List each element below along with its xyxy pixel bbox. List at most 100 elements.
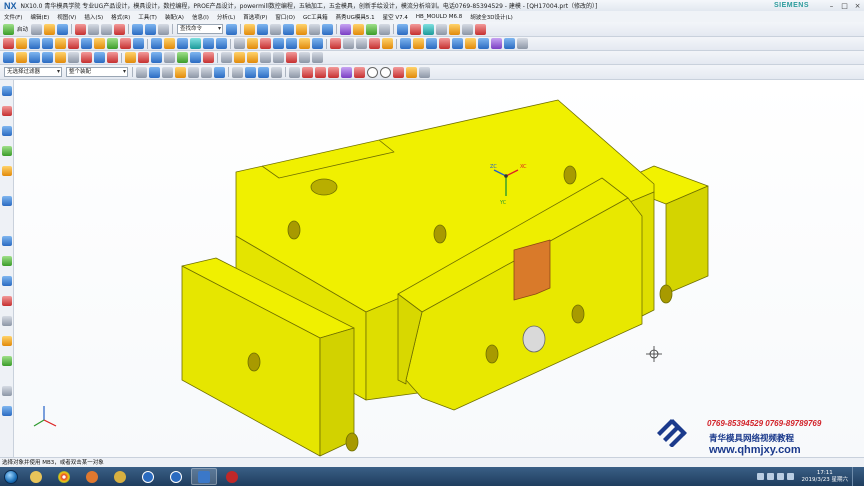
block-icon[interactable] (29, 38, 40, 49)
system-scene-icon[interactable] (2, 336, 12, 346)
grid-icon[interactable] (449, 23, 461, 35)
menu-yanxiu-mold[interactable]: 燕秀UG模具5.1 (332, 13, 379, 21)
extend-curve-icon[interactable] (260, 52, 271, 63)
draft-icon[interactable] (177, 38, 188, 49)
taskbar-app-media[interactable] (79, 468, 105, 485)
network-icon[interactable] (756, 473, 764, 480)
law-curve-icon[interactable] (286, 52, 297, 63)
replace-face-icon[interactable] (247, 38, 258, 49)
spline-icon[interactable] (68, 52, 79, 63)
menu-file[interactable]: 文件(F) (2, 13, 26, 21)
sketch-icon[interactable] (3, 52, 14, 63)
curve-analysis-icon[interactable] (299, 52, 310, 63)
menu-gc-toolkit[interactable]: GC工具箱 (299, 13, 332, 21)
wcs-icon[interactable] (366, 23, 378, 35)
point-on-face-icon[interactable] (406, 66, 417, 78)
menu-window[interactable]: 窗口(O) (271, 13, 299, 21)
repeat-command-icon[interactable] (158, 23, 170, 35)
input-method-icon[interactable] (786, 473, 794, 480)
render-style-icon[interactable] (397, 23, 409, 35)
minimize-button[interactable]: – (825, 1, 838, 11)
selection-filter-dropdown[interactable]: 无选择过滤器 (4, 67, 62, 77)
end-point-icon[interactable] (302, 66, 313, 78)
taskbar-app-explorer[interactable] (23, 468, 49, 485)
pad-icon[interactable] (94, 38, 105, 49)
pocket-icon[interactable] (81, 38, 92, 49)
edge-blend-icon[interactable] (151, 38, 162, 49)
clock[interactable]: 17:11 2019/3/23 星期六 (802, 470, 848, 484)
intersect-icon[interactable] (133, 38, 144, 49)
point-icon[interactable] (382, 38, 393, 49)
fillet-curve-icon[interactable] (234, 52, 245, 63)
select-view-icon[interactable] (245, 66, 256, 78)
save-icon[interactable] (57, 23, 69, 35)
taskbar-app-k2[interactable] (163, 468, 189, 485)
deselect-icon[interactable] (149, 66, 160, 78)
paste-icon[interactable] (101, 23, 113, 35)
project-curve-icon[interactable] (138, 52, 149, 63)
constraint-navigator-icon[interactable] (2, 126, 12, 136)
web-browser-icon[interactable] (2, 256, 12, 266)
copy-icon[interactable] (88, 23, 100, 35)
section-view-icon[interactable] (423, 23, 435, 35)
thread-icon[interactable] (330, 38, 341, 49)
menu-format[interactable]: 格式(R) (107, 13, 134, 21)
shell-icon[interactable] (190, 38, 201, 49)
menu-insert[interactable]: 插入(S) (80, 13, 107, 21)
quadrant-point-icon[interactable] (367, 66, 378, 78)
edit-object-display-icon[interactable] (410, 23, 422, 35)
flag-icon[interactable] (776, 473, 784, 480)
datum-csys-icon[interactable] (369, 38, 380, 49)
model-view[interactable]: ZC XC YC (14, 80, 864, 457)
chamfer-icon[interactable] (164, 38, 175, 49)
selection-scope-dropdown[interactable]: 整个装配 (66, 67, 128, 77)
subtract-icon[interactable] (120, 38, 131, 49)
delete-face-icon[interactable] (260, 38, 271, 49)
roles-icon[interactable] (2, 316, 12, 326)
divide-curve-icon[interactable] (221, 52, 232, 63)
command-finder-icon[interactable] (226, 23, 238, 35)
circle-icon[interactable] (42, 52, 53, 63)
redo-icon[interactable] (145, 23, 157, 35)
taskbar-app-k1[interactable] (135, 468, 161, 485)
maximize-button[interactable]: □ (838, 1, 851, 11)
close-button[interactable]: × (851, 1, 864, 11)
existing-point-icon[interactable] (380, 66, 391, 78)
menu-hb-mould[interactable]: HB_MOULD M6.8 (412, 14, 466, 20)
undo-icon[interactable] (132, 23, 144, 35)
system-materials-icon[interactable] (2, 356, 12, 366)
edit-curve-icon[interactable] (312, 52, 323, 63)
menu-preferences[interactable]: 首选项(P) (239, 13, 271, 21)
control-point-icon[interactable] (328, 66, 339, 78)
menu-information[interactable]: 信息(I) (188, 13, 213, 21)
taskbar-app-nx[interactable] (191, 468, 217, 485)
menu-tools[interactable]: 工具(T) (134, 13, 161, 21)
datum-axis-icon[interactable] (356, 38, 367, 49)
unite-icon[interactable] (107, 38, 118, 49)
patch-icon[interactable] (413, 38, 424, 49)
split-body-icon[interactable] (216, 38, 227, 49)
intersection-curve-icon[interactable] (151, 52, 162, 63)
menu-view[interactable]: 视图(V) (53, 13, 80, 21)
start-button[interactable] (0, 467, 22, 486)
point-on-curve-icon[interactable] (393, 66, 404, 78)
zoom-icon[interactable] (257, 23, 269, 35)
menu-assemblies[interactable]: 装配(A) (161, 13, 188, 21)
cut-icon[interactable] (75, 23, 87, 35)
taskbar-app-tool[interactable] (107, 468, 133, 485)
assembly-navigator-icon[interactable] (2, 106, 12, 116)
pan-icon[interactable] (270, 23, 282, 35)
select-component-icon[interactable] (258, 66, 269, 78)
sew-icon[interactable] (400, 38, 411, 49)
curve-rule-icon[interactable] (214, 66, 225, 78)
start-icon[interactable] (3, 23, 14, 35)
show-hide-icon[interactable] (353, 23, 365, 35)
menu-xingkong[interactable]: 星空 V7.4 (379, 13, 412, 21)
rectangle-select-icon[interactable] (232, 66, 243, 78)
preferences-icon[interactable] (462, 23, 474, 35)
measure-icon[interactable] (379, 23, 391, 35)
arc-icon[interactable] (29, 52, 40, 63)
shaded-edges-icon[interactable] (296, 23, 308, 35)
pattern-feature-icon[interactable] (299, 38, 310, 49)
reuse-library-icon[interactable] (2, 166, 12, 176)
